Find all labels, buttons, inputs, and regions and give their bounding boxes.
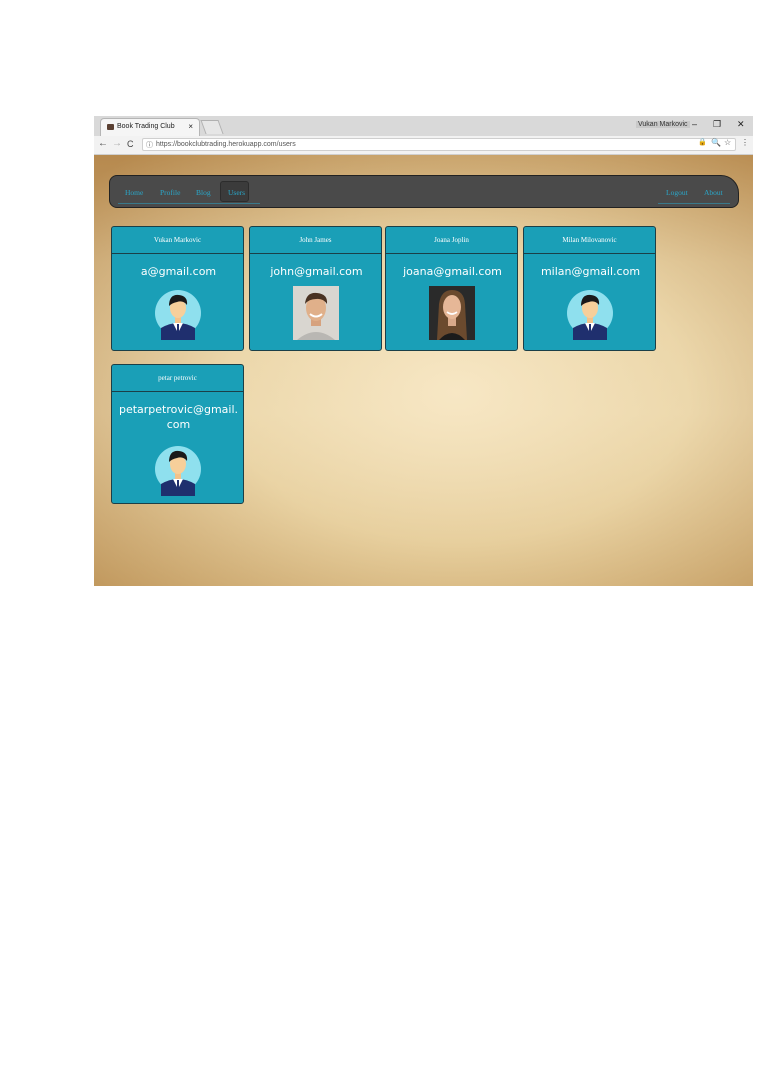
main-navbar: Home Profile Blog Users Logout About bbox=[109, 175, 739, 208]
user-card[interactable]: petar petrovic petarpetrovic@gmail.com bbox=[111, 364, 244, 504]
nav-logout[interactable]: Logout bbox=[666, 188, 688, 197]
tab-close-icon[interactable]: × bbox=[188, 122, 193, 131]
user-name: John James bbox=[250, 227, 381, 254]
book-icon bbox=[107, 124, 114, 130]
user-card[interactable]: Vukan Markovic a@gmail.com bbox=[111, 226, 244, 351]
address-bar: ← → C ⓘ https://bookclubtrading.herokuap… bbox=[94, 136, 753, 155]
user-email: milan@gmail.com bbox=[540, 265, 641, 278]
url-field[interactable]: ⓘ https://bookclubtrading.herokuapp.com/… bbox=[142, 138, 736, 151]
user-photo-man bbox=[293, 286, 339, 340]
zoom-search-icon[interactable]: 🔍 bbox=[711, 138, 721, 147]
forward-icon[interactable]: → bbox=[112, 138, 122, 149]
nav-home[interactable]: Home bbox=[125, 188, 143, 197]
nav-profile[interactable]: Profile bbox=[160, 188, 180, 197]
close-window-icon[interactable]: ✕ bbox=[737, 119, 745, 130]
user-name: Joana Joplin bbox=[386, 227, 517, 254]
bookmark-star-icon[interactable]: ☆ bbox=[724, 138, 731, 147]
user-card[interactable]: Milan Milovanovic milan@gmail.com bbox=[523, 226, 656, 351]
info-icon[interactable]: ⓘ bbox=[146, 140, 153, 150]
nav-users-label: Users bbox=[228, 188, 246, 197]
reload-icon[interactable]: C bbox=[127, 139, 134, 149]
default-avatar-icon bbox=[155, 290, 201, 340]
nav-underline-right bbox=[658, 203, 730, 204]
profile-name-badge[interactable]: Vukan Markovic bbox=[636, 121, 690, 128]
nav-underline-left bbox=[118, 203, 260, 204]
user-email: a@gmail.com bbox=[140, 265, 217, 278]
user-email: petarpetrovic@gmail.com bbox=[118, 403, 239, 431]
user-email: john@gmail.com bbox=[270, 265, 363, 278]
new-tab-button[interactable] bbox=[200, 120, 224, 134]
page-content: Home Profile Blog Users Logout About Vuk… bbox=[94, 155, 753, 586]
tab-book-trading-club[interactable]: Book Trading Club × bbox=[100, 118, 200, 136]
user-photo-woman bbox=[429, 286, 475, 340]
user-card[interactable]: Joana Joplin joana@gmail.com bbox=[385, 226, 518, 351]
menu-icon[interactable]: ⋮ bbox=[741, 138, 749, 147]
browser-window: Book Trading Club × Vukan Markovic – ❐ ✕… bbox=[94, 116, 753, 586]
default-avatar-icon bbox=[155, 446, 201, 496]
nav-about[interactable]: About bbox=[704, 188, 723, 197]
url-text[interactable]: https://bookclubtrading.herokuapp.com/us… bbox=[156, 141, 296, 148]
user-name: Vukan Markovic bbox=[112, 227, 243, 254]
user-name: petar petrovic bbox=[112, 365, 243, 392]
user-card[interactable]: John James john@gmail.com bbox=[249, 226, 382, 351]
extension-icon[interactable]: 🔒 bbox=[698, 138, 707, 146]
restore-icon[interactable]: ❐ bbox=[713, 119, 721, 130]
back-icon[interactable]: ← bbox=[98, 138, 108, 149]
user-email: joana@gmail.com bbox=[403, 265, 502, 278]
tab-title: Book Trading Club bbox=[117, 123, 175, 130]
default-avatar-icon bbox=[567, 290, 613, 340]
nav-blog[interactable]: Blog bbox=[196, 188, 211, 197]
minimize-icon[interactable]: – bbox=[692, 119, 697, 129]
nav-users-active[interactable]: Users bbox=[220, 181, 249, 202]
tab-bar: Book Trading Club × Vukan Markovic – ❐ ✕ bbox=[94, 116, 753, 136]
user-name: Milan Milovanovic bbox=[524, 227, 655, 254]
